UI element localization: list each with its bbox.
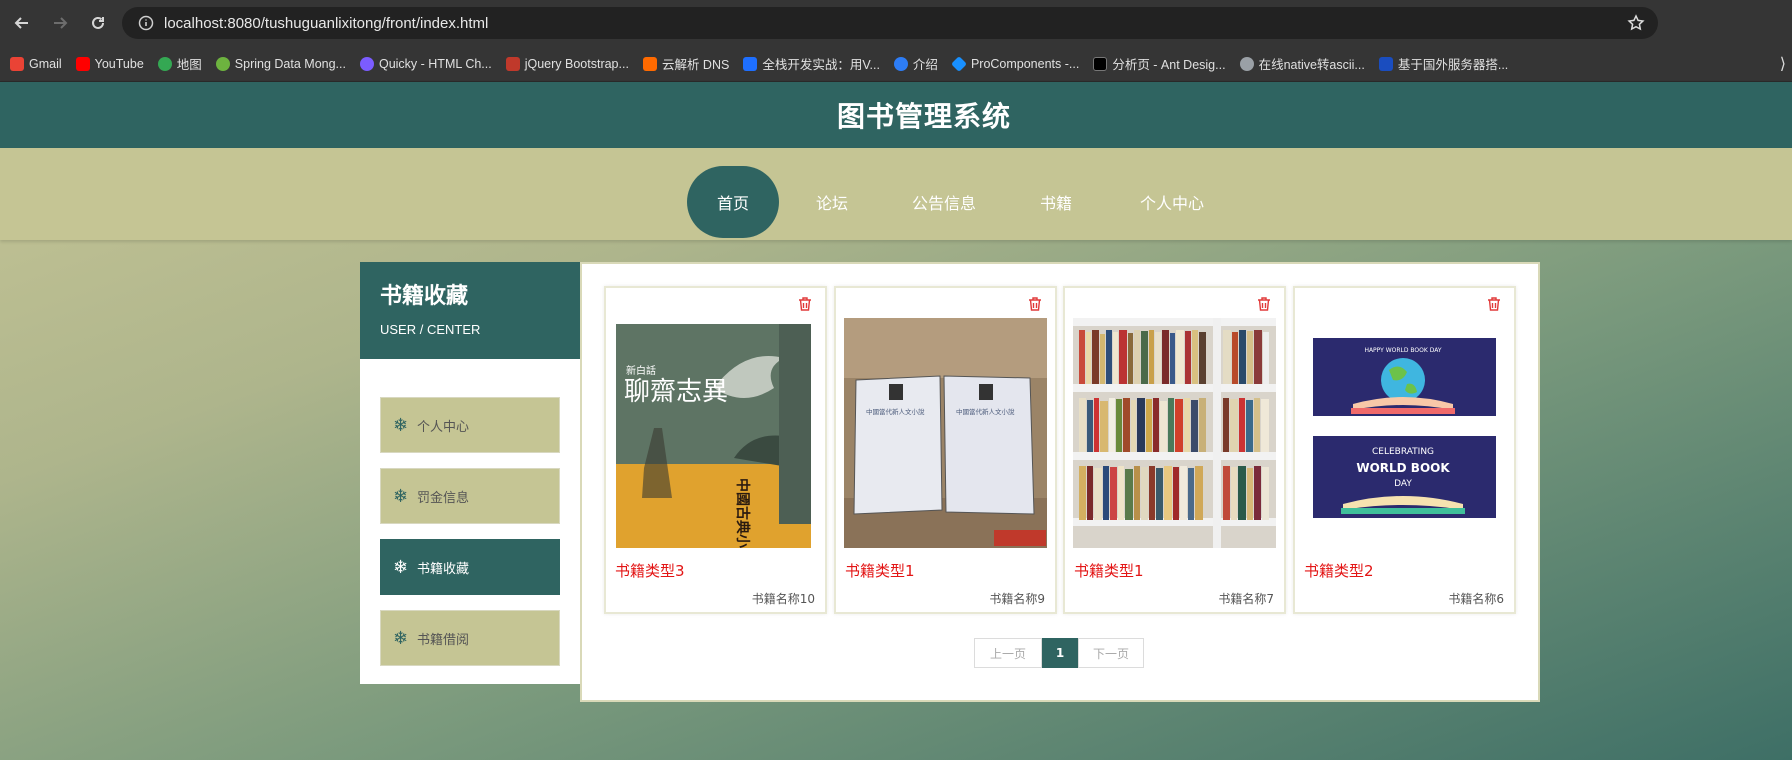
- book-label-text: 中國當代新人文小說: [866, 407, 925, 416]
- url-text: localhost:8080/tushuguanlixitong/front/i…: [164, 14, 489, 32]
- sidebar-item-label: 书籍收藏: [417, 561, 470, 577]
- nav-announcements[interactable]: 公告信息: [904, 166, 984, 238]
- bookmark-youtube[interactable]: YouTube: [75, 56, 144, 71]
- delete-trash-icon[interactable]: [1486, 296, 1502, 312]
- bookmark-jquery[interactable]: jQuery Bootstrap...: [505, 56, 629, 71]
- browser-toolbar: localhost:8080/tushuguanlixitong/front/i…: [0, 0, 1792, 46]
- book-cover-image[interactable]: [1073, 318, 1276, 548]
- page-1-button[interactable]: 1: [1042, 638, 1078, 668]
- book-name: 书籍名称7: [1218, 592, 1274, 606]
- book-type: 书籍类型1: [1074, 562, 1144, 580]
- bookmark-quicky[interactable]: Quicky - HTML Ch...: [359, 56, 492, 71]
- back-icon[interactable]: [6, 7, 38, 39]
- book-card[interactable]: 书籍类型1 书籍名称7: [1063, 286, 1286, 614]
- sidebar-item-label: 个人中心: [417, 419, 470, 435]
- sidebar-item-fines[interactable]: ❄ 罚金信息: [380, 468, 560, 524]
- page: 图书管理系统 首页 论坛 公告信息 书籍 个人中心 书籍收藏 USER / CE…: [0, 82, 1792, 760]
- address-bar[interactable]: localhost:8080/tushuguanlixitong/front/i…: [122, 7, 1658, 39]
- cover-small-text: 新白話: [626, 364, 656, 377]
- spring-icon: [215, 56, 230, 71]
- book-type: 书籍类型1: [845, 562, 915, 580]
- nav-forum[interactable]: 论坛: [804, 166, 860, 238]
- cover-side-text: 中國古典小說的翹楚之作: [734, 478, 751, 548]
- bookmark-spring[interactable]: Spring Data Mong...: [215, 56, 346, 71]
- maps-icon: [157, 56, 172, 71]
- gmail-icon: [10, 56, 24, 71]
- main-nav: 首页 论坛 公告信息 书籍 个人中心: [0, 148, 1792, 240]
- bookmark-intro[interactable]: 介绍: [893, 54, 938, 73]
- book-cover-image[interactable]: 新白話 聊齋志異 中國古典小說的翹楚之作: [614, 318, 817, 548]
- sidebar-item-borrowing[interactable]: ❄ 书籍借阅: [380, 610, 560, 666]
- globe-icon: [893, 56, 908, 71]
- book-label-text: 中國當代新人文小說: [956, 407, 1015, 416]
- book-card[interactable]: 新白話 聊齋志異 中國古典小說的翹楚之作 书籍类型3 书籍名称10: [604, 286, 827, 614]
- bookmark-star-icon[interactable]: [1624, 11, 1648, 35]
- bookmark-antdesign[interactable]: 分析页 - Ant Desig...: [1093, 54, 1226, 73]
- flag-icon: [1378, 56, 1393, 71]
- cover-day-text: DAY: [1394, 479, 1412, 489]
- site-title: 图书管理系统: [836, 100, 1011, 133]
- book-cover-image[interactable]: HAPPY WORLD BOOK DAY CELEBRATING WORLD B…: [1303, 318, 1506, 548]
- pro-icon: [1093, 56, 1108, 71]
- bookmark-native-ascii[interactable]: 在线native转ascii...: [1239, 54, 1365, 73]
- sidebar-title: 书籍收藏: [380, 284, 469, 309]
- delete-trash-icon[interactable]: [1027, 296, 1043, 312]
- sidebar: 书籍收藏 USER / CENTER ❄ 个人中心 ❄ 罚金信息 ❄ 书籍收藏 …: [360, 262, 580, 684]
- book-name: 书籍名称6: [1448, 592, 1504, 606]
- bookmark-dns[interactable]: 云解析 DNS: [642, 54, 729, 73]
- bookmarks-bar: Gmail YouTube 地图 Spring Data Mong... Qui…: [0, 46, 1792, 82]
- bookmark-maps[interactable]: 地图: [157, 54, 202, 73]
- nav-books[interactable]: 书籍: [1028, 166, 1084, 238]
- bookmark-fullstack[interactable]: 全栈开发实战：用V...: [743, 54, 880, 73]
- favorites-panel: 新白話 聊齋志異 中國古典小說的翹楚之作 书籍类型3 书籍名称10: [580, 262, 1540, 702]
- cover-top-text: HAPPY WORLD BOOK DAY: [1364, 347, 1441, 354]
- youtube-icon: [75, 56, 90, 71]
- delete-trash-icon[interactable]: [1256, 296, 1272, 312]
- snowflake-icon: ❄: [393, 556, 409, 578]
- sidebar-header: 书籍收藏 USER / CENTER: [360, 262, 580, 359]
- forward-icon[interactable]: [44, 7, 76, 39]
- prev-page-button[interactable]: 上一页: [974, 638, 1042, 668]
- snowflake-icon: ❄: [393, 627, 409, 649]
- bookmark-server[interactable]: 基于国外服务器搭...: [1378, 54, 1508, 73]
- bookmark-procomponents[interactable]: ProComponents -...: [951, 55, 1079, 72]
- snowflake-icon: ❄: [393, 414, 409, 436]
- sidebar-subtitle: USER / CENTER: [380, 322, 481, 337]
- reload-icon[interactable]: [82, 7, 114, 39]
- book-card[interactable]: 中國當代新人文小說 中國當代新人文小說 书籍类型1 书籍名称9: [834, 286, 1057, 614]
- pagination: 上一页 1 下一页: [974, 638, 1144, 668]
- site-info-icon[interactable]: [132, 9, 160, 37]
- cover-main-text: WORLD BOOK: [1356, 461, 1450, 475]
- jquery-icon: [505, 56, 520, 71]
- messenger-icon: [359, 56, 374, 71]
- sidebar-item-label: 罚金信息: [417, 490, 470, 506]
- sidebar-item-label: 书籍借阅: [417, 632, 470, 648]
- delete-trash-icon[interactable]: [797, 296, 813, 312]
- bookmarks-more-icon[interactable]: ⟩: [1780, 54, 1786, 73]
- m-icon: [743, 56, 758, 71]
- snowflake-icon: ❄: [393, 485, 409, 507]
- diamond-icon: [951, 55, 967, 72]
- book-type: 书籍类型3: [615, 562, 685, 580]
- bookmark-gmail[interactable]: Gmail: [10, 56, 62, 71]
- book-card[interactable]: HAPPY WORLD BOOK DAY CELEBRATING WORLD B…: [1293, 286, 1516, 614]
- next-page-button[interactable]: 下一页: [1078, 638, 1144, 668]
- cover-celebrating-text: CELEBRATING: [1372, 447, 1434, 457]
- aliyun-icon: [642, 56, 657, 71]
- sidebar-item-personal-center[interactable]: ❄ 个人中心: [380, 397, 560, 453]
- nav-home[interactable]: 首页: [687, 166, 779, 238]
- site-header: 图书管理系统: [0, 82, 1792, 148]
- cover-title-text: 聊齋志異: [624, 377, 728, 407]
- book-type: 书籍类型2: [1304, 562, 1374, 580]
- book-name: 书籍名称10: [751, 592, 815, 606]
- nav-personal-center[interactable]: 个人中心: [1128, 166, 1216, 238]
- sidebar-item-favorites[interactable]: ❄ 书籍收藏: [380, 539, 560, 595]
- world-icon: [1239, 56, 1254, 71]
- book-cover-image[interactable]: 中國當代新人文小說 中國當代新人文小說: [844, 318, 1047, 548]
- book-name: 书籍名称9: [989, 592, 1045, 606]
